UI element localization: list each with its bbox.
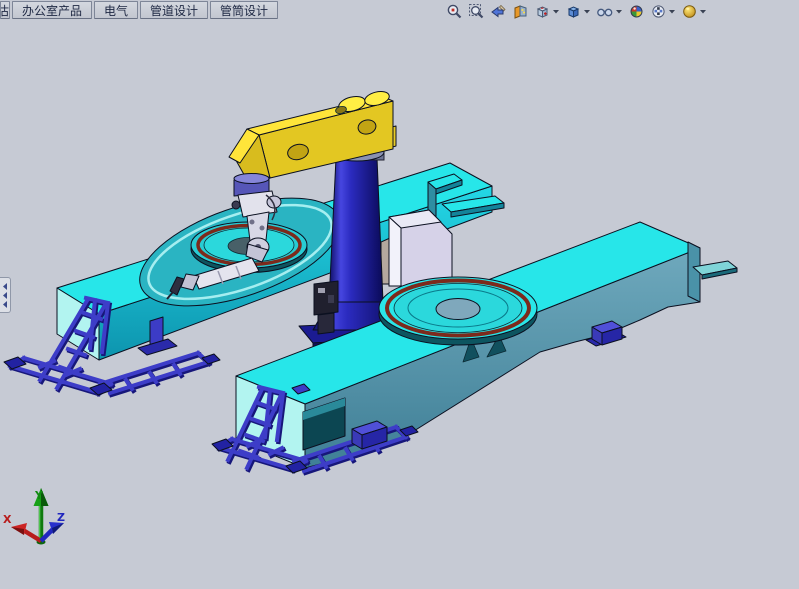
feature-panel-expand-button[interactable] — [0, 277, 11, 313]
view-orientation-icon — [534, 3, 551, 20]
hide-show-items-button[interactable] — [596, 2, 623, 20]
tab-electrical[interactable]: 电气 — [94, 1, 138, 19]
dropdown-arrow-icon — [583, 4, 591, 18]
dropdown-arrow-icon — [552, 4, 560, 18]
tab-evaluate[interactable]: 评估 — [0, 1, 10, 19]
wire-feeder-box[interactable] — [314, 281, 338, 334]
edit-appearance-button[interactable] — [628, 2, 645, 20]
solidworks-window: Y X Z 评估 办公室产品 电气 管道设计 管筒设计 — [0, 0, 799, 589]
y-axis-label: Y — [34, 489, 44, 502]
display-style-icon — [565, 3, 582, 20]
previous-view-button[interactable] — [490, 2, 507, 20]
view-settings-button[interactable] — [681, 2, 707, 20]
dropdown-arrow-icon — [699, 4, 707, 18]
view-orientation-button[interactable] — [534, 2, 560, 20]
previous-view-icon — [490, 3, 507, 20]
heads-up-view-toolbar — [446, 2, 707, 20]
zoom-to-fit-icon — [446, 3, 463, 20]
apply-scene-button[interactable] — [650, 2, 676, 20]
tab-office-products[interactable]: 办公室产品 — [12, 1, 92, 19]
x-axis-label: X — [3, 513, 12, 526]
zoom-to-area-icon — [468, 3, 485, 20]
dropdown-arrow-icon — [615, 4, 623, 18]
command-manager-tabs: 评估 办公室产品 电气 管道设计 管筒设计 — [0, 0, 278, 19]
section-view-button[interactable] — [512, 2, 529, 20]
gold-sphere-icon — [681, 3, 698, 20]
triple-left-arrow-icon — [1, 281, 9, 309]
z-axis-label: Z — [57, 511, 65, 524]
tab-piping-design[interactable]: 管道设计 — [140, 1, 208, 19]
top-toolbar: 评估 办公室产品 电气 管道设计 管筒设计 — [0, 0, 799, 22]
graphics-viewport[interactable]: Y X Z — [0, 0, 799, 589]
scene-sphere-icon — [650, 3, 667, 20]
eyeglasses-icon — [596, 3, 614, 20]
display-style-button[interactable] — [565, 2, 591, 20]
tab-tubing-design[interactable]: 管筒设计 — [210, 1, 278, 19]
axis-triad: Y X Z — [3, 488, 65, 545]
x-axis — [23, 530, 41, 541]
lower-flange-ring[interactable] — [379, 277, 537, 345]
appearance-sphere-icon — [628, 3, 645, 20]
section-view-icon — [512, 3, 529, 20]
dropdown-arrow-icon — [668, 4, 676, 18]
zoom-to-area-button[interactable] — [468, 2, 485, 20]
zoom-to-fit-button[interactable] — [446, 2, 463, 20]
